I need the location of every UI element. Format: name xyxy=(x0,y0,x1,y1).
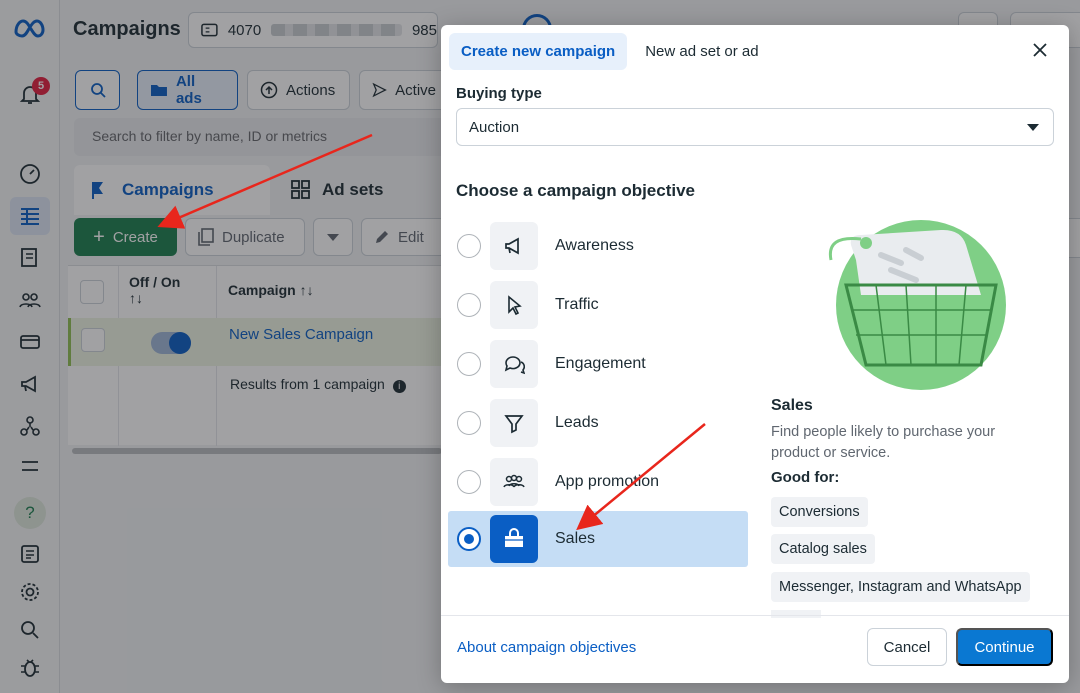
buying-type-select[interactable]: Auction xyxy=(456,108,1054,146)
objective-radio[interactable] xyxy=(457,234,481,258)
objective-label: Awareness xyxy=(555,237,634,254)
tab-new-ad-set-or-ad[interactable]: New ad set or ad xyxy=(633,33,770,70)
objective-heading: Choose a campaign objective xyxy=(456,181,696,200)
continue-button[interactable]: Continue xyxy=(956,628,1053,666)
cancel-button[interactable]: Cancel xyxy=(867,628,947,666)
objective-detail-title: Sales xyxy=(771,397,813,414)
objective-option-app-promotion[interactable]: App promotion xyxy=(448,454,748,510)
people-group-icon xyxy=(490,458,538,506)
shopping-bag-icon xyxy=(490,515,538,563)
cursor-icon xyxy=(490,281,538,329)
about-campaign-objectives-link[interactable]: About campaign objectives xyxy=(457,639,636,656)
close-icon[interactable] xyxy=(1029,39,1051,61)
objective-label: Sales xyxy=(555,530,596,547)
objective-detail-description: Find people likely to purchase your prod… xyxy=(771,424,996,461)
create-campaign-dialog: Create new campaign New ad set or ad Buy… xyxy=(441,25,1069,683)
objective-label: Traffic xyxy=(555,296,599,313)
tab-create-new-campaign[interactable]: Create new campaign xyxy=(449,33,628,70)
objective-option-engagement[interactable]: Engagement xyxy=(448,336,748,392)
objective-label: App promotion xyxy=(555,473,660,490)
buying-type-value: Auction xyxy=(469,119,520,136)
objective-option-leads[interactable]: Leads xyxy=(448,395,748,451)
megaphone-icon xyxy=(490,222,538,270)
objective-option-awareness[interactable]: Awareness xyxy=(448,218,748,274)
objective-radio[interactable] xyxy=(457,527,481,551)
good-for-chip-clipped xyxy=(771,610,821,618)
good-for-chip: Messenger, Instagram and WhatsApp xyxy=(771,572,1030,602)
objective-radio[interactable] xyxy=(457,352,481,376)
good-for-chip: Catalog sales xyxy=(771,534,875,564)
objective-option-sales[interactable]: Sales xyxy=(448,511,748,567)
objective-option-traffic[interactable]: Traffic xyxy=(448,277,748,333)
dialog-footer-divider xyxy=(441,615,1069,616)
good-for-chip: Conversions xyxy=(771,497,868,527)
objective-radio[interactable] xyxy=(457,470,481,494)
good-for-label: Good for: xyxy=(771,469,840,486)
objective-label: Engagement xyxy=(555,355,646,372)
chat-bubbles-icon xyxy=(490,340,538,388)
buying-type-label: Buying type xyxy=(456,85,542,102)
objective-label: Leads xyxy=(555,414,599,431)
objective-radio[interactable] xyxy=(457,411,481,435)
dialog-tabs: Create new campaign New ad set or ad xyxy=(449,33,771,70)
caret-down-icon xyxy=(1027,124,1039,131)
sales-illustration xyxy=(828,220,1006,390)
funnel-icon xyxy=(490,399,538,447)
objective-radio[interactable] xyxy=(457,293,481,317)
